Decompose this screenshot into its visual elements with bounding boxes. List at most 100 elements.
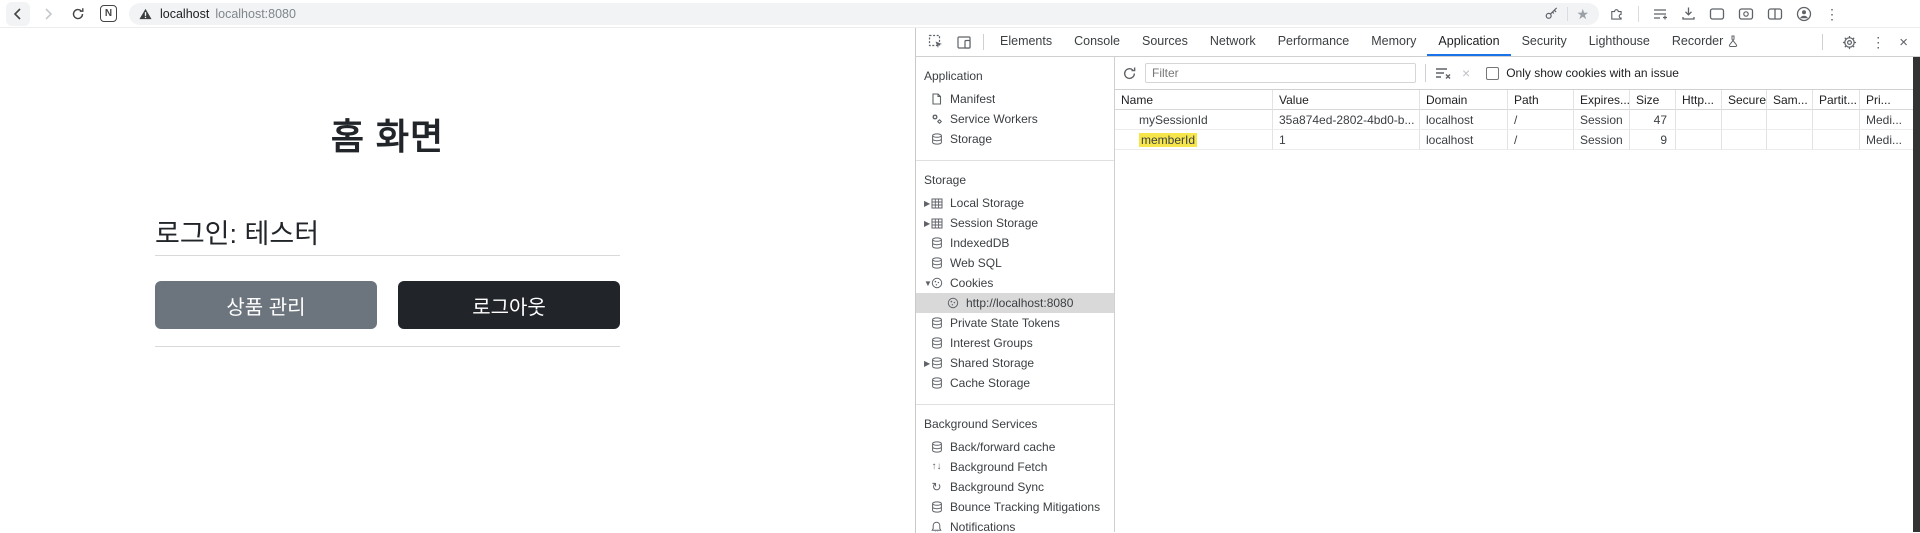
forward-button[interactable] [36,2,60,26]
refresh-icon[interactable] [1122,66,1137,81]
column-header-secure[interactable]: Secure [1722,90,1767,110]
collapse-arrow-icon[interactable]: ▼ [916,279,932,288]
table-grid-icon [929,218,944,229]
logout-button[interactable]: 로그아웃 [398,281,620,329]
manage-products-button[interactable]: 상품 관리 [155,281,377,329]
cookie-secure-cell[interactable] [1722,110,1767,130]
tab-network[interactable]: Network [1199,28,1267,56]
sidebar-item-bounce-tracking-mitigations[interactable]: Bounce Tracking Mitigations [916,497,1114,517]
tab-console[interactable]: Console [1063,28,1131,56]
column-header-path[interactable]: Path [1508,90,1574,110]
cookie-value-cell[interactable]: 1 [1273,130,1420,150]
cookie-domain-cell[interactable]: localhost [1420,130,1508,150]
tab-lighthouse[interactable]: Lighthouse [1578,28,1661,56]
sidebar-item-service-workers[interactable]: Service Workers [916,109,1114,129]
tab-memory[interactable]: Memory [1360,28,1427,56]
downloads-icon[interactable] [1681,6,1696,21]
back-button[interactable] [6,1,30,26]
address-bar[interactable]: localhost localhost:8080 ★ [129,2,1599,25]
tab-recorder[interactable]: Recorder [1661,28,1749,56]
screen-capture-icon[interactable] [1738,7,1754,21]
sidebar-item-local-storage[interactable]: ▶ Local Storage [916,193,1114,213]
sidebar-item-web-sql[interactable]: Web SQL [916,253,1114,273]
column-header-partition[interactable]: Partit... [1813,90,1860,110]
cookie-size-cell[interactable]: 9 [1630,130,1676,150]
sidebar-item-indexeddb[interactable]: IndexedDB [916,233,1114,253]
sidebar-item-background-sync[interactable]: ↻ Background Sync [916,477,1114,497]
expand-arrow-icon[interactable]: ▶ [916,359,930,368]
profile-avatar-icon[interactable] [1796,6,1812,22]
cookie-size-cell[interactable]: 47 [1630,110,1676,130]
devtools-menu-icon[interactable]: ⋮ [1871,35,1885,49]
reading-list-icon[interactable] [1652,7,1668,21]
cookies-panel: × Only show cookies with an issue Name V… [1115,57,1920,532]
url-domain: localhost [160,6,210,21]
sidebar-item-background-fetch[interactable]: ↑↓ Background Fetch [916,457,1114,477]
tab-application[interactable]: Application [1427,28,1511,56]
cookie-filter-input[interactable] [1145,63,1416,83]
column-header-expires[interactable]: Expires... [1574,90,1630,110]
sidebar-item-shared-storage[interactable]: ▶ Shared Storage [916,353,1114,373]
sidebar-item-back-forward-cache[interactable]: Back/forward cache [916,437,1114,457]
tab-security[interactable]: Security [1511,28,1578,56]
split-view-icon[interactable] [1767,7,1783,21]
tab-sources[interactable]: Sources [1131,28,1199,56]
expand-arrow-icon[interactable]: ▶ [916,199,930,208]
cookie-expires-cell[interactable]: Session [1574,110,1630,130]
divider [155,346,620,347]
expand-arrow-icon[interactable]: ▶ [916,219,930,228]
device-toolbar-icon[interactable] [950,28,978,56]
cookie-name-cell[interactable]: memberId [1115,130,1273,150]
bookmark-star-icon[interactable]: ★ [1576,7,1589,21]
sidebar-item-manifest[interactable]: Manifest [916,89,1114,109]
sidebar-section-application: Application Manifest Service Workers Sto… [916,57,1114,161]
database-icon [929,357,944,369]
clear-filter-icon[interactable] [1435,66,1452,80]
devtools-close-icon[interactable]: × [1899,35,1908,50]
column-header-value[interactable]: Value [1273,90,1420,110]
cookie-partition-cell[interactable] [1813,130,1860,150]
column-header-domain[interactable]: Domain [1420,90,1508,110]
devtools-settings-gear-icon[interactable] [1842,35,1857,50]
sidebar-item-cache-storage[interactable]: Cache Storage [916,373,1114,393]
cookie-priority-cell[interactable]: Medi... [1860,110,1913,130]
inspect-element-icon[interactable] [922,28,950,56]
cookie-path-cell[interactable]: / [1508,130,1574,150]
column-header-priority[interactable]: Pri... [1860,90,1913,110]
cookie-path-cell[interactable]: / [1508,110,1574,130]
sidebar-item-notifications[interactable]: Notifications [916,517,1114,532]
issue-filter-checkbox[interactable] [1486,66,1500,80]
sidebar-item-cookies-localhost-8080[interactable]: http://localhost:8080 [916,293,1114,313]
cookie-httponly-cell[interactable] [1676,130,1722,150]
cookie-samesite-cell[interactable] [1767,130,1813,150]
column-header-httponly[interactable]: Http... [1676,90,1722,110]
cookie-partition-cell[interactable] [1813,110,1860,130]
column-header-samesite[interactable]: Sam... [1767,90,1813,110]
sidebar-item-private-state-tokens[interactable]: Private State Tokens [916,313,1114,333]
extensions-puzzle-icon[interactable] [1609,6,1625,22]
extension-n-icon[interactable]: N [100,5,117,22]
passkey-icon[interactable] [1544,6,1559,21]
column-header-size[interactable]: Size [1630,90,1676,110]
reload-button[interactable] [66,2,90,26]
sidebar-item-interest-groups[interactable]: Interest Groups [916,333,1114,353]
cookie-value-cell[interactable]: 35a874ed-2802-4bd0-b... [1273,110,1420,130]
cookie-secure-cell[interactable] [1722,130,1767,150]
tab-window-icon[interactable] [1709,7,1725,21]
cookie-priority-cell[interactable]: Medi... [1860,130,1913,150]
browser-menu-icon[interactable]: ⋮ [1825,7,1839,21]
tab-performance[interactable]: Performance [1267,28,1361,56]
cookie-samesite-cell[interactable] [1767,110,1813,130]
sidebar-item-storage[interactable]: Storage [916,129,1114,149]
tab-elements[interactable]: Elements [989,28,1063,56]
cookie-row-memberId[interactable]: memberId 1 localhost / Session 9 Medi... [1115,130,1920,150]
cookie-httponly-cell[interactable] [1676,110,1722,130]
cookie-domain-cell[interactable]: localhost [1420,110,1508,130]
sidebar-item-session-storage[interactable]: ▶ Session Storage [916,213,1114,233]
sidebar-item-cookies[interactable]: ▼ Cookies [916,273,1114,293]
column-header-name[interactable]: Name [1115,90,1273,110]
cookie-expires-cell[interactable]: Session [1574,130,1630,150]
cookie-row-mySessionId[interactable]: mySessionId 35a874ed-2802-4bd0-b... loca… [1115,110,1920,130]
clear-input-icon[interactable]: × [1462,66,1470,80]
cookie-name-cell[interactable]: mySessionId [1115,110,1273,130]
